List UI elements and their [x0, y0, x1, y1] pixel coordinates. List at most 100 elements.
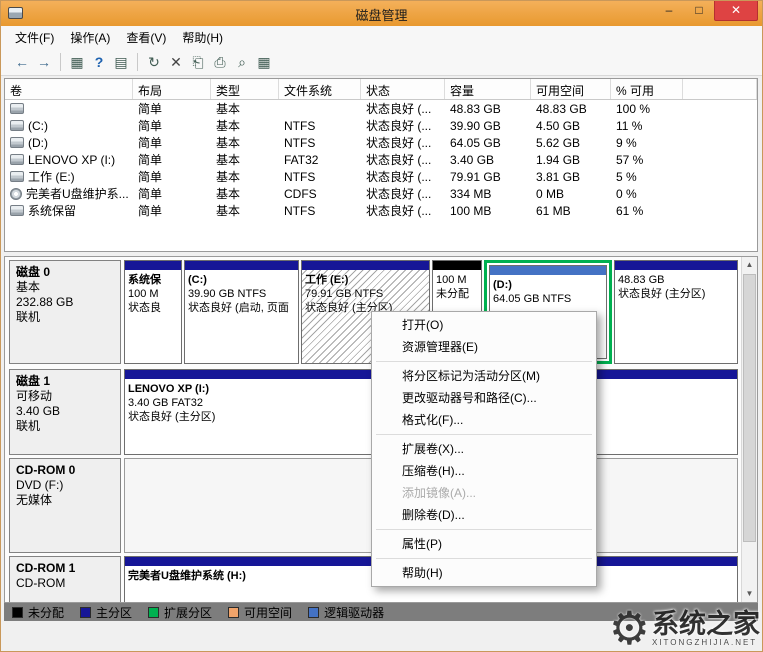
- column-free-space[interactable]: 可用空间: [531, 79, 611, 99]
- column-pct-free[interactable]: % 可用: [611, 79, 683, 99]
- vertical-scrollbar[interactable]: ▲ ▼: [741, 257, 757, 602]
- menu-item-shrink-volume[interactable]: 压缩卷(H)...: [372, 460, 596, 482]
- table-row[interactable]: (D:) 简单 基本 NTFS 状态良好 (... 64.05 GB 5.62 …: [5, 134, 757, 151]
- cd-volume-icon: [10, 188, 22, 200]
- volume-name: 完美者U盘维护系...: [26, 185, 129, 202]
- menu-view[interactable]: 查看(V): [118, 27, 174, 48]
- menu-item-open[interactable]: 打开(O): [372, 314, 596, 336]
- close-button[interactable]: ✕: [714, 1, 758, 21]
- volume-table-header: 卷 布局 类型 文件系统 状态 容量 可用空间 % 可用: [5, 79, 757, 100]
- column-status[interactable]: 状态: [361, 79, 445, 99]
- gear-icon: ⚙: [609, 605, 650, 651]
- extended-color-swatch: [148, 607, 159, 618]
- column-type[interactable]: 类型: [211, 79, 279, 99]
- column-volume[interactable]: 卷: [5, 79, 133, 99]
- scroll-down-icon[interactable]: ▼: [742, 586, 757, 602]
- scrollbar-thumb[interactable]: [743, 274, 756, 542]
- primary-color-swatch: [80, 607, 91, 618]
- cdrom-1-label[interactable]: CD-ROM 1 CD-ROM: [9, 556, 121, 603]
- column-layout[interactable]: 布局: [133, 79, 211, 99]
- partition-unlettered[interactable]: 48.83 GB 状态良好 (主分区): [614, 260, 738, 364]
- title-bar: 磁盘管理 – □ ✕: [1, 1, 762, 26]
- volume-name: 工作 (E:): [28, 168, 75, 185]
- disk-0-label[interactable]: 磁盘 0 基本 232.88 GB 联机: [9, 260, 121, 364]
- volume-icon: [10, 137, 24, 148]
- refresh-icon[interactable]: ↻: [143, 52, 165, 72]
- scroll-up-icon[interactable]: ▲: [742, 257, 757, 273]
- view-icon[interactable]: ▦: [253, 52, 275, 72]
- legend-unallocated: 未分配: [12, 604, 64, 621]
- free-space-color-swatch: [228, 607, 239, 618]
- find-icon[interactable]: ⌕: [231, 52, 253, 72]
- forward-icon[interactable]: →: [33, 52, 55, 72]
- legend-primary: 主分区: [80, 604, 132, 621]
- volume-name: (C:): [28, 119, 48, 133]
- back-icon[interactable]: ←: [11, 52, 33, 72]
- table-row[interactable]: 工作 (E:) 简单 基本 NTFS 状态良好 (... 79.91 GB 3.…: [5, 168, 757, 185]
- console-tree-icon[interactable]: ▦: [66, 52, 88, 72]
- table-row[interactable]: LENOVO XP (I:) 简单 基本 FAT32 状态良好 (... 3.4…: [5, 151, 757, 168]
- primary-partition-stripe: [615, 261, 737, 270]
- volume-icon: [10, 205, 24, 216]
- partition-system-reserved[interactable]: 系统保 100 M 状态良: [124, 260, 182, 364]
- menu-item-add-mirror: 添加镜像(A)...: [372, 482, 596, 504]
- table-row[interactable]: (C:) 简单 基本 NTFS 状态良好 (... 39.90 GB 4.50 …: [5, 117, 757, 134]
- volume-name: LENOVO XP (I:): [28, 153, 115, 167]
- menu-item-explorer[interactable]: 资源管理器(E): [372, 336, 596, 358]
- context-menu: 打开(O) 资源管理器(E) 将分区标记为活动分区(M) 更改驱动器号和路径(C…: [371, 311, 597, 587]
- watermark-subtitle: XITONGZHIJIA.NET: [652, 638, 760, 647]
- legend-extended: 扩展分区: [148, 604, 212, 621]
- primary-partition-stripe: [302, 261, 429, 270]
- menu-item-change-drive-letter[interactable]: 更改驱动器号和路径(C)...: [372, 387, 596, 409]
- menu-action[interactable]: 操作(A): [62, 27, 118, 48]
- table-row[interactable]: 简单 基本 状态良好 (... 48.83 GB 48.83 GB 100 %: [5, 100, 757, 117]
- menu-file[interactable]: 文件(F): [7, 27, 62, 48]
- watermark: ⚙ 系统之家 XITONGZHIJIA.NET: [609, 605, 760, 651]
- menu-item-properties[interactable]: 属性(P): [372, 533, 596, 555]
- menu-separator: [376, 529, 592, 530]
- menu-item-extend-volume[interactable]: 扩展卷(X)...: [372, 438, 596, 460]
- toolbar: ← → ▦ ? ▤ ↻ ✕ ⎗ ⎙ ⌕ ▦: [1, 48, 762, 76]
- column-filesystem[interactable]: 文件系统: [279, 79, 361, 99]
- table-row[interactable]: 完美者U盘维护系... 简单 基本 CDFS 状态良好 (... 334 MB …: [5, 185, 757, 202]
- toolbar-separator: [137, 53, 138, 71]
- legend-free-space: 可用空间: [228, 604, 292, 621]
- minimize-button[interactable]: –: [654, 1, 684, 21]
- disk-management-window: 磁盘管理 – □ ✕ 文件(F) 操作(A) 查看(V) 帮助(H) ← → ▦…: [0, 0, 763, 652]
- menu-item-mark-active[interactable]: 将分区标记为活动分区(M): [372, 365, 596, 387]
- legend-logical-drive: 逻辑驱动器: [308, 604, 384, 621]
- table-row[interactable]: 系统保留 简单 基本 NTFS 状态良好 (... 100 MB 61 MB 6…: [5, 202, 757, 219]
- volume-name: (D:): [28, 136, 48, 150]
- cdrom-0-label[interactable]: CD-ROM 0 DVD (F:) 无媒体: [9, 458, 121, 553]
- watermark-title: 系统之家: [652, 610, 760, 638]
- logical-drive-stripe: [490, 266, 606, 275]
- menu-item-help[interactable]: 帮助(H): [372, 562, 596, 584]
- menu-separator: [376, 434, 592, 435]
- primary-partition-stripe: [185, 261, 298, 270]
- export-list-icon[interactable]: ▤: [110, 52, 132, 72]
- logical-drive-color-swatch: [308, 607, 319, 618]
- unallocated-color-swatch: [12, 607, 23, 618]
- unallocated-stripe: [433, 261, 481, 270]
- volume-icon: [10, 171, 24, 182]
- print-icon[interactable]: ⎙: [209, 52, 231, 72]
- volume-icon: [10, 103, 24, 114]
- volume-name: 系统保留: [28, 202, 76, 219]
- menu-item-format[interactable]: 格式化(F)...: [372, 409, 596, 431]
- volume-icon: [10, 154, 24, 165]
- primary-partition-stripe: [125, 261, 181, 270]
- delete-volume-icon[interactable]: ✕: [165, 52, 187, 72]
- maximize-button[interactable]: □: [684, 1, 714, 21]
- menu-help[interactable]: 帮助(H): [174, 27, 231, 48]
- column-capacity[interactable]: 容量: [445, 79, 531, 99]
- volume-list-pane: 卷 布局 类型 文件系统 状态 容量 可用空间 % 可用 简单 基本 状态良好 …: [4, 78, 758, 252]
- menu-item-delete-volume[interactable]: 删除卷(D)...: [372, 504, 596, 526]
- window-title: 磁盘管理: [1, 5, 762, 24]
- menu-separator: [376, 558, 592, 559]
- partition-c[interactable]: (C:) 39.90 GB NTFS 状态良好 (启动, 页面: [184, 260, 299, 364]
- open-icon[interactable]: ⎗: [187, 52, 209, 72]
- volume-icon: [10, 120, 24, 131]
- toolbar-separator: [60, 53, 61, 71]
- help-icon[interactable]: ?: [88, 52, 110, 72]
- disk-1-label[interactable]: 磁盘 1 可移动 3.40 GB 联机: [9, 369, 121, 455]
